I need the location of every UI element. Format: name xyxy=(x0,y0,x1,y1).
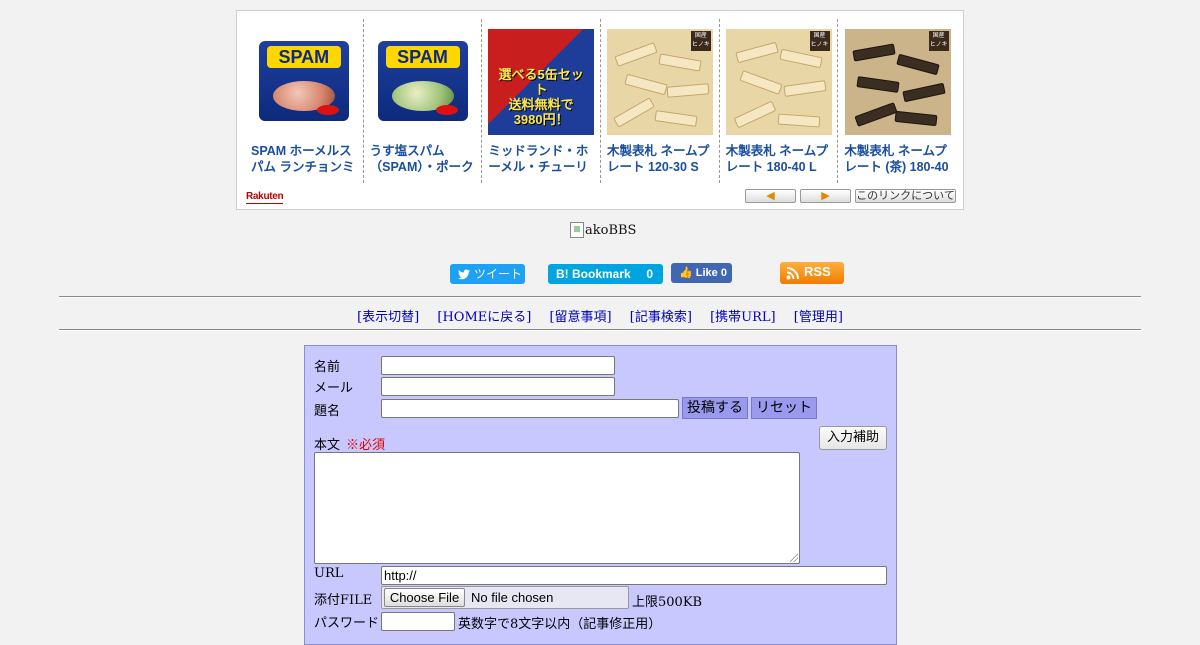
post-form: 名前 メール 題名 投稿する リセット 本文 ※必須 入力補助 URL 添付FIL… xyxy=(304,345,897,645)
menu-search[interactable]: [記事検索] xyxy=(630,310,692,325)
product-title-link[interactable]: SPAM ホーメルスパム ランチョンミ xyxy=(249,143,359,175)
bbs-logo: akoBBS xyxy=(570,222,636,238)
carousel-item[interactable]: 国産 ヒノキ 木製表札 ネームプレート 180-40 L xyxy=(720,19,839,183)
password-input[interactable] xyxy=(381,612,455,631)
product-thumbnail[interactable]: 選べる5缶セット 送料無料で 3980円！ xyxy=(488,29,595,135)
fb-like-count: 0 xyxy=(720,267,727,279)
menu-home[interactable]: [HOMEに戻る] xyxy=(437,310,531,325)
required-mark: ※必須 xyxy=(346,438,386,453)
carousel-next-button[interactable]: ▶ xyxy=(800,189,851,203)
file-status: No file chosen xyxy=(471,590,554,605)
menu-notes[interactable]: [留意事項] xyxy=(549,310,611,325)
thumbs-up-icon: 👍 xyxy=(679,267,693,279)
twitter-bird-icon xyxy=(458,269,470,280)
menu-toggle-view[interactable]: [表示切替] xyxy=(357,310,419,325)
body-label-text: 本文 xyxy=(314,438,341,453)
body-textarea[interactable] xyxy=(314,452,800,564)
bbs-logo-alt-text: akoBBS xyxy=(585,222,637,238)
rss-label: RSS xyxy=(804,264,831,279)
menu-admin[interactable]: [管理用] xyxy=(794,310,843,325)
body-label: 本文 ※必須 xyxy=(314,434,385,453)
name-input[interactable] xyxy=(381,356,615,375)
product-thumbnail[interactable]: 国産 ヒノキ xyxy=(725,29,832,135)
reset-button[interactable]: リセット xyxy=(751,397,817,419)
product-thumbnail[interactable]: SPAM xyxy=(370,29,476,135)
carousel-item[interactable]: 国産 ヒノキ 木製表札 ネームプレート 120-30 S xyxy=(601,19,720,183)
mail-label: メール xyxy=(314,381,354,396)
input-assist-button[interactable]: 入力補助 xyxy=(819,426,887,450)
carousel-item[interactable]: 国産 ヒノキ 木製表札 ネームプレート (茶) 180-40 xyxy=(838,19,957,183)
divider xyxy=(59,296,1141,298)
rakuten-carousel: SPAM SPAM ホーメルスパム ランチョンミ SPAM うす塩スパム（SPA… xyxy=(236,10,964,210)
tweet-label: ツイート xyxy=(474,267,523,281)
url-label: URL xyxy=(314,566,344,581)
tweet-button[interactable]: ツイート xyxy=(450,264,525,284)
about-link-button[interactable]: このリンクについて xyxy=(855,189,956,203)
password-note: 英数字で8文字以内（記事修正用） xyxy=(458,617,662,632)
rss-button[interactable]: RSS xyxy=(780,262,844,284)
fb-like-label: Like xyxy=(695,267,718,279)
post-button[interactable]: 投稿する xyxy=(682,397,748,419)
rss-feed-icon xyxy=(786,266,799,280)
hatena-label: Bookmark xyxy=(572,267,631,281)
resize-grip-icon[interactable] xyxy=(790,554,798,562)
subject-input[interactable] xyxy=(381,399,679,418)
password-label: パスワード xyxy=(314,616,380,631)
name-label: 名前 xyxy=(314,360,341,375)
file-limit-note: 上限500KB xyxy=(632,595,703,610)
carousel-prev-button[interactable]: ◀ xyxy=(745,189,796,203)
bbs-menu: [表示切替] [HOMEに戻る] [留意事項] [記事検索] [携帯URL] [… xyxy=(0,306,1200,325)
hatena-bookmark-button[interactable]: B! Bookmark 0 xyxy=(548,264,663,284)
email-input[interactable] xyxy=(381,377,615,396)
carousel-item[interactable]: SPAM SPAM ホーメルスパム ランチョンミ xyxy=(245,19,364,183)
product-thumbnail[interactable]: 国産 ヒノキ xyxy=(606,29,713,135)
origin-badge: 国産 ヒノキ xyxy=(928,31,949,51)
promo-overlay-text: 選べる5缶セット 送料無料で 3980円！ xyxy=(498,67,584,127)
product-thumbnail[interactable]: SPAM xyxy=(251,29,357,135)
origin-badge: 国産 ヒノキ xyxy=(809,31,830,51)
product-thumbnail[interactable]: 国産 ヒノキ xyxy=(844,29,951,135)
file-label: 添付FILE xyxy=(314,593,373,608)
menu-mobile-url[interactable]: [携帯URL] xyxy=(710,310,776,325)
carousel-items: SPAM SPAM ホーメルスパム ランチョンミ SPAM うす塩スパム（SPA… xyxy=(245,19,957,183)
file-input[interactable]: Choose File No file chosen xyxy=(381,586,629,609)
choose-file-button[interactable]: Choose File xyxy=(384,588,465,607)
rakuten-logo[interactable]: Rakuten xyxy=(246,191,284,204)
origin-badge: 国産 ヒノキ xyxy=(690,31,711,51)
product-title-link[interactable]: 木製表札 ネームプレート 180-40 L xyxy=(724,143,834,175)
broken-image-icon xyxy=(570,222,584,238)
url-input[interactable] xyxy=(381,566,887,585)
hatena-count: 0 xyxy=(646,267,653,281)
carousel-item[interactable]: 選べる5缶セット 送料無料で 3980円！ ミッドランド・ホーメル・チューリ xyxy=(482,19,602,183)
product-title-link[interactable]: うす塩スパム（SPAM）・ポークラン xyxy=(368,143,478,175)
subject-label: 題名 xyxy=(314,404,341,419)
facebook-like-button[interactable]: 👍 Like 0 xyxy=(671,263,732,283)
product-title-link[interactable]: ミッドランド・ホーメル・チューリ xyxy=(486,143,596,175)
hatena-b-icon: B! xyxy=(556,267,569,281)
carousel-item[interactable]: SPAM うす塩スパム（SPAM）・ポークラン xyxy=(364,19,483,183)
divider xyxy=(59,329,1141,331)
product-title-link[interactable]: 木製表札 ネームプレート 120-30 S xyxy=(605,143,715,175)
product-title-link[interactable]: 木製表札 ネームプレート (茶) 180-40 xyxy=(842,143,953,175)
